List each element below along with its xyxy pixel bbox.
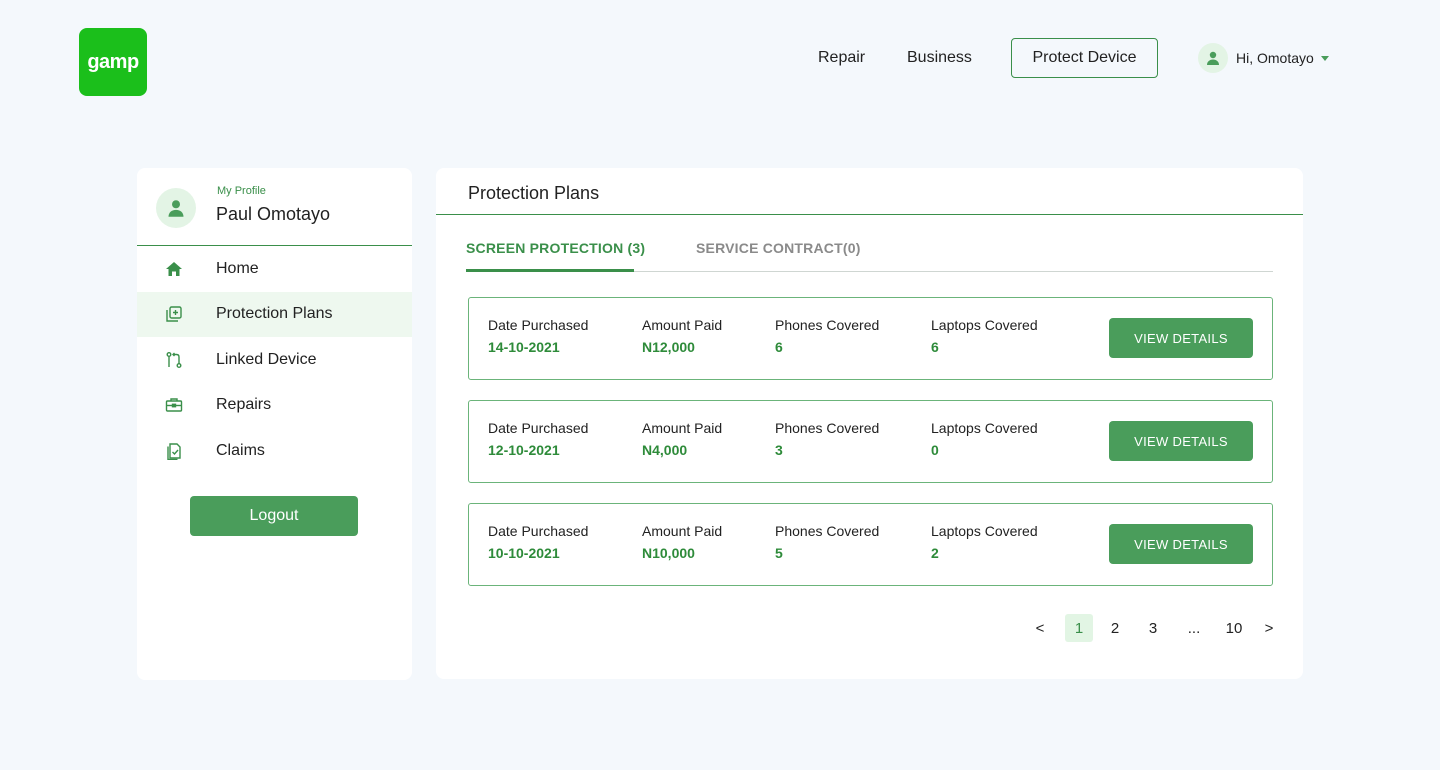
pagination-next[interactable]: > [1255,614,1283,642]
pagination-ellipsis: ... [1187,619,1201,637]
pagination-page[interactable]: 3 [1139,614,1167,642]
field-label: Amount Paid [642,523,723,539]
date-purchased-value: 12-10-2021 [488,442,560,458]
chevron-down-icon [1320,55,1329,61]
user-avatar-icon [1198,43,1228,73]
laptops-covered-field: Laptops Covered 0 [931,420,1038,458]
amount-paid-value: N4,000 [642,442,688,458]
amount-paid-field: Amount Paid N4,000 [642,420,722,458]
laptops-covered-value: 2 [931,545,939,561]
pagination-page[interactable]: 1 [1065,614,1093,642]
plan-card: Date Purchased 12-10-2021 Amount Paid N4… [468,400,1273,483]
sidebar-item-protection-plans[interactable]: Protection Plans [137,291,412,337]
avatar [156,188,196,228]
pagination-prev[interactable]: < [1026,614,1054,642]
plan-tabs: SCREEN PROTECTION (3) SERVICE CONTRACT(0… [466,228,1273,272]
profile-name: Paul Omotayo [216,204,331,224]
plans-list: Date Purchased 14-10-2021 Amount Paid N1… [468,297,1273,606]
field-label: Date Purchased [488,420,589,436]
home-icon [165,260,183,278]
sidebar-item-claims[interactable]: Claims [137,428,412,474]
plan-card: Date Purchased 14-10-2021 Amount Paid N1… [468,297,1273,380]
amount-paid-field: Amount Paid N12,000 [642,317,722,355]
field-label: Laptops Covered [931,523,1038,539]
claims-icon [165,442,183,460]
laptops-covered-field: Laptops Covered 2 [931,523,1038,561]
link-icon [165,351,183,369]
amount-paid-field: Amount Paid N10,000 [642,523,722,561]
pagination: < 1 2 3 ... 10 > [1026,614,1276,644]
date-purchased-value: 10-10-2021 [488,545,560,561]
date-purchased-value: 14-10-2021 [488,339,560,355]
field-label: Phones Covered [775,420,880,436]
phones-covered-value: 5 [775,545,783,561]
active-tab-indicator [466,269,634,272]
view-details-button[interactable]: VIEW DETAILS [1109,421,1253,461]
profile-card: My Profile Paul Omotayo [137,168,412,246]
sidebar-item-label: Linked Device [216,350,317,368]
phones-covered-field: Phones Covered 3 [775,420,879,458]
sidebar-item-linked-device[interactable]: Linked Device [137,337,412,383]
sidebar: My Profile Paul Omotayo Home Protection … [137,168,412,680]
sidebar-menu: Home Protection Plans Linked Device Repa… [137,246,412,474]
field-label: Laptops Covered [931,420,1038,436]
nav-business-link[interactable]: Business [907,49,972,67]
pagination-page[interactable]: 10 [1220,614,1248,642]
date-purchased-field: Date Purchased 12-10-2021 [488,420,588,458]
phones-covered-field: Phones Covered 5 [775,523,879,561]
date-purchased-field: Date Purchased 14-10-2021 [488,317,588,355]
laptops-covered-value: 6 [931,339,939,355]
field-label: Amount Paid [642,317,723,333]
sidebar-item-repairs[interactable]: Repairs [137,383,412,429]
sidebar-item-home[interactable]: Home [137,246,412,292]
toolbox-icon [165,396,183,414]
add-plan-icon [165,305,183,323]
field-label: Phones Covered [775,523,880,539]
logout-button[interactable]: Logout [190,496,358,536]
sidebar-item-label: Protection Plans [216,305,333,323]
tab-screen-protection[interactable]: SCREEN PROTECTION (3) [466,240,645,256]
laptops-covered-value: 0 [931,442,939,458]
protect-device-button[interactable]: Protect Device [1011,38,1158,78]
field-label: Phones Covered [775,317,880,333]
amount-paid-value: N10,000 [642,545,695,561]
gamp-logo[interactable]: gamp [79,28,147,96]
field-label: Date Purchased [488,523,589,539]
view-details-button[interactable]: VIEW DETAILS [1109,318,1253,358]
nav-repair-link[interactable]: Repair [818,49,865,67]
phones-covered-field: Phones Covered 6 [775,317,879,355]
sidebar-item-label: Home [216,259,259,277]
sidebar-item-label: Claims [216,441,265,459]
sidebar-item-label: Repairs [216,396,272,414]
page-title: Protection Plans [468,183,600,203]
amount-paid-value: N12,000 [642,339,695,355]
plan-card: Date Purchased 10-10-2021 Amount Paid N1… [468,503,1273,586]
phones-covered-value: 6 [775,339,783,355]
laptops-covered-field: Laptops Covered 6 [931,317,1038,355]
view-details-button[interactable]: VIEW DETAILS [1109,524,1253,564]
user-greeting: Hi, Omotayo [1236,50,1314,66]
user-menu[interactable]: Hi, Omotayo [1198,42,1329,74]
protection-plans-panel: Protection Plans SCREEN PROTECTION (3) S… [436,168,1303,679]
field-label: Date Purchased [488,317,589,333]
date-purchased-field: Date Purchased 10-10-2021 [488,523,588,561]
field-label: Amount Paid [642,420,723,436]
phones-covered-value: 3 [775,442,783,458]
profile-label[interactable]: My Profile [217,185,266,197]
field-label: Laptops Covered [931,317,1038,333]
pagination-page[interactable]: 2 [1101,614,1129,642]
panel-header: Protection Plans [436,168,1303,215]
tab-service-contract[interactable]: SERVICE CONTRACT(0) [696,240,861,256]
